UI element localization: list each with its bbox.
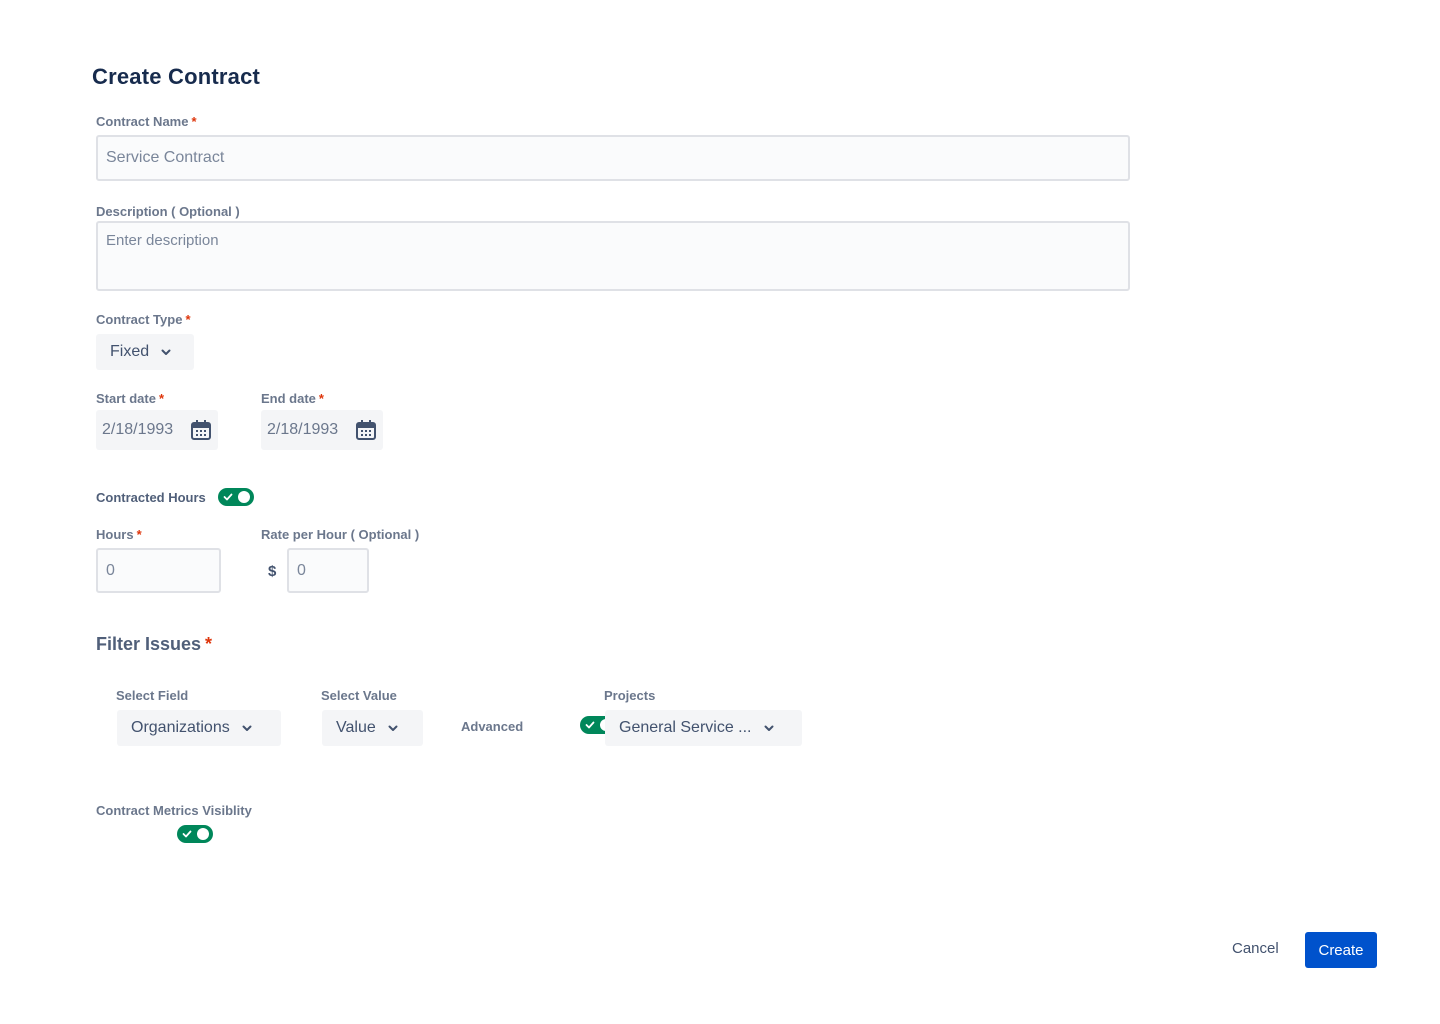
chevron-down-icon bbox=[764, 725, 773, 731]
calendar-icon[interactable] bbox=[190, 419, 212, 441]
end-date-value: 2/18/1993 bbox=[267, 421, 339, 438]
required-mark: * bbox=[136, 527, 142, 542]
required-mark: * bbox=[158, 391, 165, 406]
calendar-icon[interactable] bbox=[355, 419, 377, 441]
toggle-knob bbox=[196, 828, 209, 840]
contract-type-label: Contract Type * bbox=[96, 312, 191, 327]
chevron-down-icon bbox=[242, 725, 252, 731]
description-placeholder: Enter description bbox=[106, 232, 219, 249]
contract-name-label: Contract Name * bbox=[96, 114, 197, 129]
metrics-visibility-toggle[interactable] bbox=[176, 825, 213, 843]
hours-label-text: Hours bbox=[96, 527, 134, 542]
contract-name-input[interactable]: Service Contract bbox=[96, 135, 1130, 181]
select-field-value: Organizations bbox=[131, 719, 230, 736]
select-field-label: Select Field bbox=[116, 688, 189, 703]
chevron-down-icon bbox=[388, 725, 398, 731]
create-button[interactable]: Create bbox=[1305, 932, 1377, 968]
currency-symbol: $ bbox=[268, 563, 277, 580]
contract-type-select[interactable]: Fixed bbox=[96, 334, 194, 370]
check-icon bbox=[586, 721, 595, 729]
cancel-button[interactable]: Cancel bbox=[1232, 940, 1279, 957]
start-date-picker[interactable]: 2/18/1993 bbox=[96, 410, 218, 450]
filter-issues-title-text: Filter Issues bbox=[96, 634, 202, 654]
contracted-hours-label: Contracted Hours bbox=[96, 490, 206, 505]
contract-name-label-text: Contract Name bbox=[96, 114, 189, 129]
required-mark: * bbox=[205, 634, 213, 654]
check-icon bbox=[223, 493, 233, 501]
select-value-label: Select Value bbox=[321, 688, 397, 703]
end-date-label: End date * bbox=[261, 391, 324, 406]
contracted-hours-toggle[interactable] bbox=[218, 488, 254, 506]
contract-type-label-text: Contract Type bbox=[96, 312, 183, 327]
start-date-value: 2/18/1993 bbox=[102, 421, 174, 438]
page-title: Create Contract bbox=[92, 64, 261, 89]
required-mark: * bbox=[191, 114, 197, 129]
select-field-dropdown[interactable]: Organizations bbox=[117, 710, 281, 746]
rate-input[interactable]: 0 bbox=[287, 548, 369, 593]
projects-value: General Service ... bbox=[619, 719, 752, 736]
chevron-down-icon bbox=[161, 349, 171, 355]
hours-placeholder: 0 bbox=[106, 561, 115, 579]
contract-name-placeholder: Service Contract bbox=[106, 149, 225, 166]
hours-label: Hours * bbox=[96, 527, 142, 542]
rate-label: Rate per Hour ( Optional ) bbox=[261, 527, 420, 542]
hours-input[interactable]: 0 bbox=[96, 548, 221, 593]
select-value-dropdown[interactable]: Value bbox=[322, 710, 423, 746]
select-value-value: Value bbox=[336, 719, 376, 736]
check-icon bbox=[182, 830, 192, 838]
filter-issues-title: Filter Issues * bbox=[96, 634, 212, 655]
contract-type-value: Fixed bbox=[110, 343, 150, 360]
end-date-picker[interactable]: 2/18/1993 bbox=[261, 410, 383, 450]
start-date-label: Start date * bbox=[96, 391, 164, 406]
description-textarea[interactable]: Enter description bbox=[96, 221, 1130, 291]
required-mark: * bbox=[185, 312, 191, 327]
projects-dropdown[interactable]: General Service ... bbox=[605, 710, 802, 746]
start-date-label-text: Start date bbox=[96, 391, 156, 406]
toggle-knob bbox=[238, 491, 250, 503]
description-label: Description ( Optional ) bbox=[96, 204, 240, 219]
metrics-visibility-label: Contract Metrics Visiblity bbox=[96, 803, 252, 818]
required-mark: * bbox=[318, 391, 324, 406]
rate-placeholder: 0 bbox=[297, 561, 306, 579]
projects-label: Projects bbox=[604, 688, 656, 703]
end-date-label-text: End date bbox=[261, 391, 316, 406]
advanced-label: Advanced bbox=[461, 719, 524, 734]
